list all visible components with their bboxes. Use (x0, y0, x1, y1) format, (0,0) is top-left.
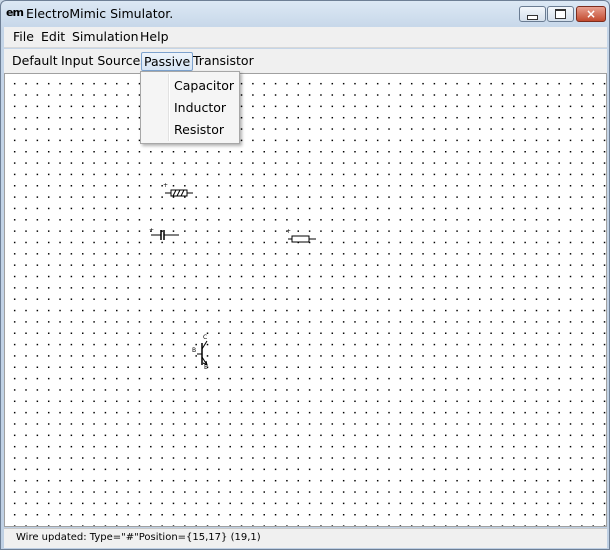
app-window: em ElectroMimic Simulator. × File Edit S… (0, 0, 610, 550)
title-bar[interactable]: em ElectroMimic Simulator. × (1, 1, 609, 27)
transistor-component[interactable]: C B E (191, 334, 213, 373)
resistor-component[interactable]: + (286, 228, 316, 243)
circuit-canvas[interactable]: + + + C B E (4, 73, 607, 527)
inductor-polarity-label: + (163, 182, 169, 189)
status-text: Wire updated: Type="#"Position={15,17} (… (16, 532, 261, 543)
menu-simulation[interactable]: Simulation (70, 29, 141, 44)
menu-file[interactable]: File (11, 29, 36, 44)
close-icon: × (585, 7, 597, 21)
transistor-pin-b: B (192, 347, 197, 354)
transistor-icon (197, 340, 208, 366)
app-logo-icon: em (6, 6, 24, 19)
status-bar: Wire updated: Type="#"Position={15,17} (… (4, 528, 607, 548)
minimize-icon (527, 14, 538, 20)
tab-passive[interactable]: Passive (141, 52, 194, 71)
inductor-component[interactable]: + (163, 182, 193, 197)
passive-dropdown-menu: Capacitor Inductor Resistor (140, 71, 240, 144)
transistor-pin-e: E (204, 364, 208, 371)
tab-transistor[interactable]: Transistor (191, 52, 256, 69)
menu-item-resistor[interactable]: Resistor (174, 122, 224, 137)
tab-default[interactable]: Default (10, 52, 60, 69)
menu-help[interactable]: Help (138, 29, 171, 44)
minimize-button[interactable] (519, 6, 546, 22)
window-title: ElectroMimic Simulator. (26, 6, 174, 21)
menu-item-capacitor[interactable]: Capacitor (174, 78, 234, 93)
menu-gutter-divider (168, 74, 170, 141)
resistor-polarity-label: + (286, 228, 292, 235)
capacitor-polarity-label: + (149, 227, 155, 234)
menu-item-inductor[interactable]: Inductor (174, 100, 226, 115)
transistor-pin-c: C (203, 334, 208, 341)
maximize-button[interactable] (547, 6, 574, 22)
capacitor-component[interactable]: + (149, 226, 179, 240)
maximize-icon (555, 9, 566, 19)
component-toolbar: Default Input Sources Passive Transistor (4, 49, 607, 73)
close-button[interactable]: × (576, 6, 606, 22)
menu-bar: File Edit Simulation Help (4, 27, 607, 48)
menu-edit[interactable]: Edit (39, 29, 67, 44)
tab-input-sources[interactable]: Input Sources (59, 52, 149, 69)
